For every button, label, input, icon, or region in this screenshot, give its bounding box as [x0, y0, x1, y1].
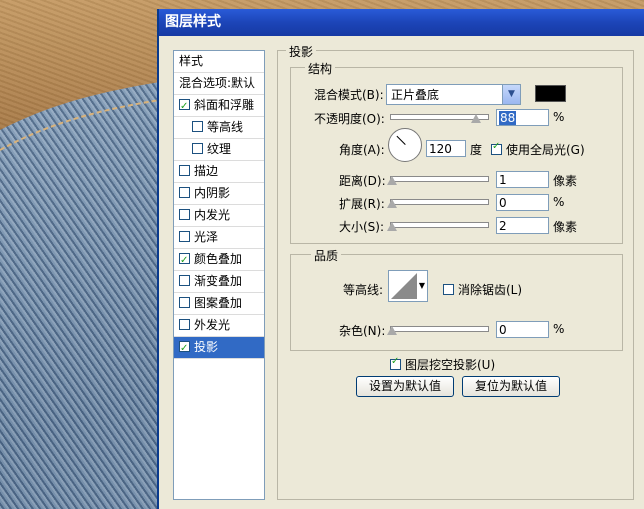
inner-shadow-checkbox[interactable]	[179, 187, 190, 198]
angle-unit: 度	[470, 143, 483, 157]
contour-picker[interactable]: ▼	[388, 270, 428, 302]
opacity-input[interactable]: 88	[496, 109, 549, 126]
satin-checkbox[interactable]	[179, 231, 190, 242]
contour-dropdown-icon[interactable]: ▼	[419, 281, 425, 290]
shadow-color-swatch[interactable]	[535, 85, 566, 102]
structure-group: 结构 混合模式(B): 正片叠底 ▼ 不透明度(O): 88 % 角度(A): …	[290, 60, 623, 244]
sidebar-item-stroke[interactable]: 描边	[174, 161, 264, 183]
size-input[interactable]: 2	[496, 217, 549, 234]
sidebar-item-inner-shadow[interactable]: 内阴影	[174, 183, 264, 205]
global-light-checkbox[interactable]	[491, 141, 502, 155]
drop-shadow-checkbox[interactable]	[179, 338, 190, 359]
list-item-label: 混合选项:默认	[179, 76, 256, 90]
sidebar-item-drop-shadow[interactable]: 投影	[174, 337, 264, 359]
antialias-label: 消除锯齿(L)	[458, 283, 523, 297]
distance-input[interactable]: 1	[496, 171, 549, 188]
sidebar-item-satin[interactable]: 光泽	[174, 227, 264, 249]
spread-slider-thumb[interactable]	[387, 199, 397, 208]
spread-label: 扩展(R):	[339, 197, 385, 211]
list-item-label: 光泽	[194, 230, 219, 244]
list-item-label: 图案叠加	[194, 296, 243, 310]
distance-slider-thumb[interactable]	[387, 176, 397, 185]
knockout-label: 图层挖空投影(U)	[405, 358, 496, 372]
size-slider-thumb[interactable]	[387, 222, 397, 231]
list-item-label: 描边	[194, 164, 219, 178]
quality-group: 品质 等高线: ▼ 消除锯齿(L) 杂色(N): 0 %	[290, 247, 623, 351]
list-item-label: 斜面和浮雕	[194, 98, 255, 112]
noise-slider[interactable]	[390, 326, 489, 332]
noise-slider-thumb[interactable]	[387, 326, 397, 335]
opacity-slider-thumb[interactable]	[471, 114, 481, 123]
structure-title: 结构	[305, 60, 336, 77]
sidebar-item-pattern-overlay[interactable]: 图案叠加	[174, 293, 264, 315]
spread-unit: %	[553, 195, 565, 209]
list-item-label: 外发光	[194, 318, 231, 332]
list-item-label: 内发光	[194, 208, 231, 222]
drop-shadow-panel: 投影 结构 混合模式(B): 正片叠底 ▼ 不透明度(O): 88 % 角度(A…	[277, 43, 634, 500]
blend-mode-value: 正片叠底	[391, 88, 440, 102]
contour-label: 等高线:	[343, 283, 384, 297]
chevron-down-icon[interactable]: ▼	[502, 85, 520, 104]
noise-input[interactable]: 0	[496, 321, 549, 338]
set-default-button[interactable]: 设置为默认值	[356, 376, 454, 397]
sidebar-item-color-overlay[interactable]: 颜色叠加	[174, 249, 264, 271]
blend-mode-select[interactable]: 正片叠底 ▼	[386, 84, 521, 105]
list-item-label: 渐变叠加	[194, 274, 243, 288]
panel-title: 投影	[286, 43, 317, 60]
list-item-label: 样式	[179, 54, 204, 68]
quality-title: 品质	[311, 247, 342, 264]
angle-label: 角度(A):	[339, 143, 385, 157]
distance-slider[interactable]	[390, 176, 489, 182]
size-slider[interactable]	[390, 222, 489, 228]
knockout-checkbox[interactable]	[390, 356, 401, 370]
gradient-overlay-checkbox[interactable]	[179, 275, 190, 286]
bevel-emboss-checkbox[interactable]	[179, 96, 190, 117]
size-label: 大小(S):	[339, 220, 385, 234]
stitch-line	[0, 99, 161, 151]
antialias-checkbox[interactable]	[443, 284, 454, 295]
blend-mode-label: 混合模式(B):	[314, 88, 384, 102]
contour-checkbox[interactable]	[192, 121, 203, 132]
sidebar-item-contour[interactable]: 等高线	[174, 117, 264, 139]
stroke-checkbox[interactable]	[179, 165, 190, 176]
inner-glow-checkbox[interactable]	[179, 209, 190, 220]
angle-dial-hand	[396, 135, 406, 145]
sidebar-item-blending-options[interactable]: 混合选项:默认	[174, 73, 264, 95]
sidebar-item-gradient-overlay[interactable]: 渐变叠加	[174, 271, 264, 293]
window-title: 图层样式	[165, 14, 221, 30]
spread-input[interactable]: 0	[496, 194, 549, 211]
reset-default-button[interactable]: 复位为默认值	[462, 376, 560, 397]
global-light-label: 使用全局光(G)	[506, 143, 585, 157]
list-item-label: 内阴影	[194, 186, 231, 200]
opacity-unit: %	[553, 110, 565, 124]
dialog-client: 样式 混合选项:默认 斜面和浮雕 等高线 纹理 描边 内阴影 内发光 光泽 颜色…	[159, 36, 644, 509]
contour-curve-icon	[391, 273, 417, 299]
list-header-styles[interactable]: 样式	[174, 51, 264, 73]
angle-dial[interactable]	[388, 128, 422, 162]
color-overlay-checkbox[interactable]	[179, 250, 190, 271]
size-unit: 像素	[553, 220, 578, 234]
opacity-label: 不透明度(O):	[314, 112, 385, 126]
distance-unit: 像素	[553, 174, 578, 188]
opacity-value: 88	[499, 111, 517, 125]
distance-label: 距离(D):	[339, 174, 386, 188]
noise-unit: %	[553, 322, 565, 336]
angle-input[interactable]: 120	[426, 140, 466, 157]
list-item-label: 纹理	[207, 142, 232, 156]
outer-glow-checkbox[interactable]	[179, 319, 190, 330]
layer-style-dialog: 图层样式 样式 混合选项:默认 斜面和浮雕 等高线 纹理 描边 内阴影 内发光 …	[157, 9, 644, 509]
list-item-label: 颜色叠加	[194, 252, 243, 266]
spread-slider[interactable]	[390, 199, 489, 205]
texture-checkbox[interactable]	[192, 143, 203, 154]
sidebar-item-outer-glow[interactable]: 外发光	[174, 315, 264, 337]
style-list: 样式 混合选项:默认 斜面和浮雕 等高线 纹理 描边 内阴影 内发光 光泽 颜色…	[173, 50, 265, 500]
sidebar-item-inner-glow[interactable]: 内发光	[174, 205, 264, 227]
sidebar-item-bevel-emboss[interactable]: 斜面和浮雕	[174, 95, 264, 117]
pattern-overlay-checkbox[interactable]	[179, 297, 190, 308]
title-bar[interactable]: 图层样式	[159, 9, 644, 36]
list-item-label: 投影	[194, 340, 219, 354]
noise-label: 杂色(N):	[339, 324, 386, 338]
list-item-label: 等高线	[207, 120, 244, 134]
sidebar-item-texture[interactable]: 纹理	[174, 139, 264, 161]
